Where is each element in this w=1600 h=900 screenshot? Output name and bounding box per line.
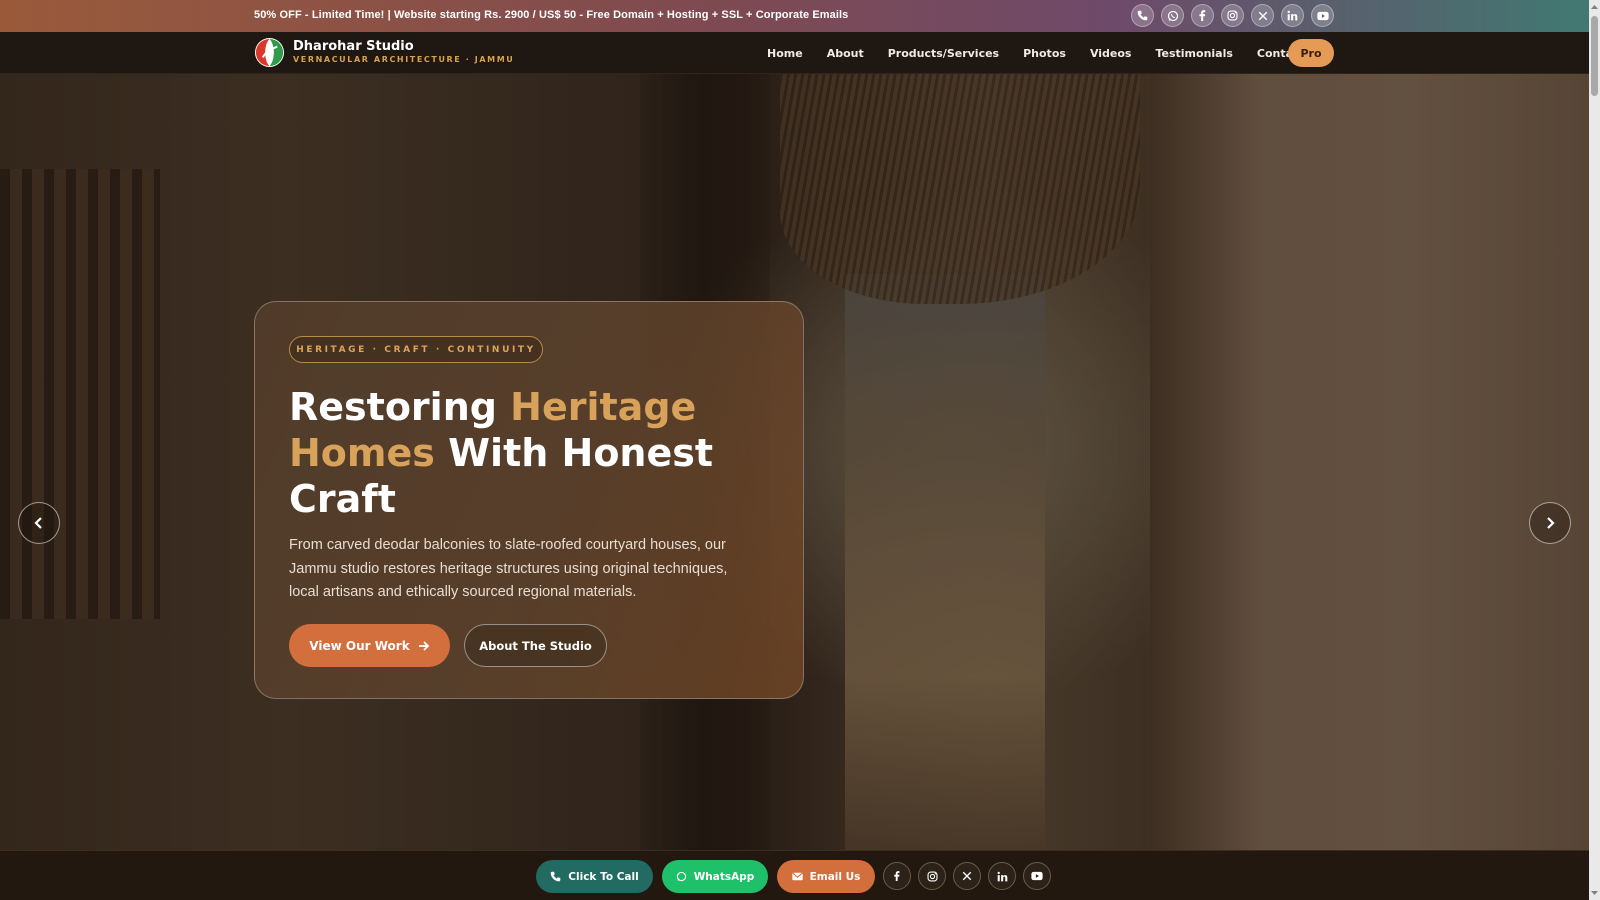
x-icon[interactable]: [953, 862, 981, 890]
linkedin-icon[interactable]: [1281, 4, 1304, 27]
pro-button[interactable]: Pro: [1288, 39, 1334, 67]
page-scrollbar[interactable]: [1589, 0, 1600, 900]
scrollbar-thumb[interactable]: [1591, 16, 1598, 96]
promo-text: 50% OFF - Limited Time! | Website starti…: [254, 9, 849, 21]
brand-name[interactable]: Dharohar Studio: [293, 39, 414, 54]
promo-bar: 50% OFF - Limited Time! | Website starti…: [0, 0, 1600, 32]
instagram-icon[interactable]: [1221, 4, 1244, 27]
hero-card: HERITAGE · CRAFT · CONTINUITY Restoring …: [254, 301, 804, 699]
scroll-up-arrow-icon[interactable]: [1591, 3, 1598, 11]
facebook-icon[interactable]: [883, 862, 911, 890]
about-studio-button[interactable]: About The Studio: [464, 624, 607, 667]
carousel-prev-button[interactable]: [18, 502, 60, 544]
chevron-right-icon: [1547, 517, 1555, 529]
view-our-work-label: View Our Work: [309, 638, 410, 653]
nav-item-videos[interactable]: Videos: [1090, 47, 1132, 60]
brand-tagline: VERNACULAR ARCHITECTURE · JAMMU: [293, 55, 515, 64]
arrow-right-icon: [418, 640, 429, 651]
whatsapp-label: WhatsApp: [693, 870, 755, 883]
hero-badge: HERITAGE · CRAFT · CONTINUITY: [289, 336, 543, 363]
whatsapp-icon: [676, 871, 686, 882]
email-us-button[interactable]: Email Us: [777, 860, 875, 893]
headline-part-1: Restoring: [289, 385, 511, 429]
click-to-call-button[interactable]: Click To Call: [536, 860, 653, 893]
whatsapp-button[interactable]: WhatsApp: [662, 860, 768, 893]
nav-item-testimonials[interactable]: Testimonials: [1155, 47, 1232, 60]
whatsapp-icon[interactable]: [1161, 4, 1184, 27]
envelope-icon: [791, 872, 803, 881]
studio-logo[interactable]: [254, 37, 285, 68]
x-icon[interactable]: [1251, 4, 1274, 27]
nav-item-products-services[interactable]: Products/Services: [888, 47, 999, 60]
email-us-label: Email Us: [809, 870, 861, 883]
nav-menu: Home About Products/Services Photos Vide…: [767, 32, 1329, 74]
nav-item-home[interactable]: Home: [767, 47, 803, 60]
promo-social-links: [1131, 4, 1334, 27]
instagram-icon[interactable]: [918, 862, 946, 890]
youtube-icon[interactable]: [1023, 862, 1051, 890]
linkedin-icon[interactable]: [988, 862, 1016, 890]
nav-item-about[interactable]: About: [827, 47, 864, 60]
phone-icon[interactable]: [1131, 4, 1154, 27]
bottom-action-bar: Click To Call WhatsApp Email Us: [0, 850, 1589, 900]
nav-item-photos[interactable]: Photos: [1023, 47, 1066, 60]
scroll-down-arrow-icon[interactable]: [1591, 889, 1598, 897]
bottom-social-links: [883, 862, 1051, 890]
facebook-icon[interactable]: [1191, 4, 1214, 27]
click-to-call-label: Click To Call: [568, 870, 639, 883]
carousel-next-button[interactable]: [1529, 502, 1571, 544]
phone-icon: [550, 871, 561, 882]
youtube-icon[interactable]: [1311, 4, 1334, 27]
chevron-left-icon: [34, 517, 42, 529]
view-our-work-button[interactable]: View Our Work: [289, 624, 450, 667]
hero-subtext: From carved deodar balconies to slate-ro…: [289, 537, 728, 600]
hero-headline: Restoring Heritage Homes With Honest Cra…: [289, 384, 789, 522]
main-navbar: Dharohar Studio VERNACULAR ARCHITECTURE …: [0, 32, 1589, 74]
